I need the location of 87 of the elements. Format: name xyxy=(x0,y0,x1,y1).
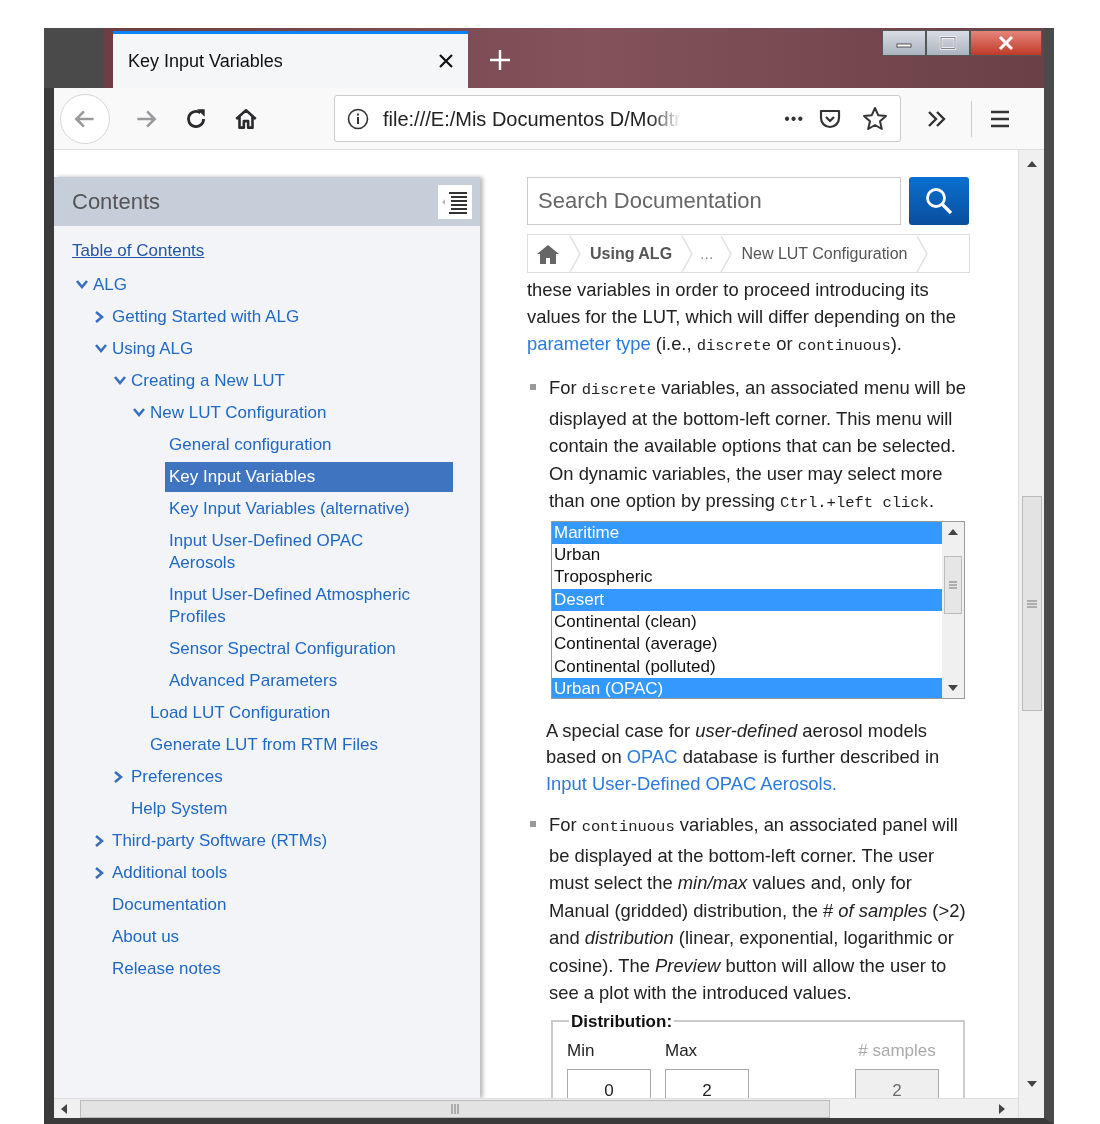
grip-icon xyxy=(949,579,957,590)
chevron-down-icon[interactable] xyxy=(133,408,145,417)
minimize-button[interactable] xyxy=(882,30,926,56)
search-field[interactable]: Search Documentation xyxy=(527,177,901,225)
ellipsis: ... xyxy=(699,243,715,264)
chevron-down-icon[interactable] xyxy=(76,280,88,289)
list-toggle-button[interactable] xyxy=(438,184,472,219)
toc-link[interactable]: About us xyxy=(112,925,180,948)
address-bar[interactable]: file:///E:/Mis Documentos D/Modtr ••• xyxy=(334,95,901,142)
input-field[interactable]: 2 xyxy=(665,1069,749,1098)
chevron-right-icon[interactable] xyxy=(95,866,104,879)
toc-link[interactable]: General configuration xyxy=(169,433,332,456)
toc-link[interactable]: Help System xyxy=(131,797,228,820)
toc-link[interactable]: Documentation xyxy=(112,893,227,916)
paragraph: For continuous variables, an associated panel will be displayed at the bottom-left corner. The user must select the min/max values and, only for Manual (gridded) distribution, the # of samples (>2) and distribution (linear, exponential, logarithmic or cosine). The Preview button will allow the user to see a plot with the introduced values. xyxy=(549,813,967,1005)
scrollbar-thumb[interactable] xyxy=(944,555,962,614)
toc-link[interactable]: Creating a New LUT xyxy=(131,369,285,392)
maximize-button[interactable] xyxy=(926,30,970,56)
input-field[interactable]: 0 xyxy=(567,1069,651,1098)
table-of-contents-link[interactable]: Table of Contents xyxy=(72,238,205,264)
plus-icon[interactable] xyxy=(488,48,512,72)
list-option[interactable]: Continental (clean) xyxy=(552,611,942,634)
toc-link[interactable]: New LUT Configuration xyxy=(150,401,327,424)
star-icon[interactable] xyxy=(862,105,888,132)
toc-link[interactable]: Input User-Defined OPAC Aerosols xyxy=(169,529,419,574)
chevron-down-icon[interactable] xyxy=(114,376,126,385)
list-box[interactable]: Maritime Urban Tropospheric Desert Continental (clean) Continental (average) Continental (polluted) Urban (OPAC) xyxy=(551,520,965,699)
paragraph: For discrete variables, an associated menu will be displayed at the bottom-left corner. This menu will contain the available options that can be selected. On dynamic variables, the user may select more than one option by pressing Ctrl.+left click. xyxy=(549,376,967,514)
panel-legend: Distribution: xyxy=(569,1012,675,1030)
paragraph: A special case for user-defined aerosol models based on OPAC database is further described in Input User-Defined OPAC Aerosols. xyxy=(546,718,941,796)
close-icon[interactable] xyxy=(438,53,454,69)
link[interactable]: parameter type xyxy=(527,333,651,354)
toc-link[interactable]: Advanced Parameters xyxy=(169,669,338,692)
left-arrow-icon xyxy=(61,1103,67,1114)
chevron-down-icon[interactable] xyxy=(95,344,107,353)
chevron-right-icon[interactable] xyxy=(95,834,104,847)
toc-link[interactable]: ALG xyxy=(93,273,128,296)
close-button[interactable] xyxy=(970,30,1042,56)
list-option[interactable]: Urban (OPAC) xyxy=(552,678,942,698)
bullet-marker xyxy=(530,384,536,390)
toc-link[interactable]: Getting Started with ALG xyxy=(112,305,300,328)
down-arrow-icon xyxy=(948,684,958,691)
sidebar-title: Contents xyxy=(72,188,161,216)
search-button[interactable] xyxy=(909,177,969,225)
list-option[interactable]: Tropospheric xyxy=(552,566,942,589)
link[interactable]: OPAC xyxy=(626,746,678,767)
grip-icon xyxy=(1026,598,1037,609)
up-arrow-icon xyxy=(1026,161,1037,167)
list-option[interactable]: Maritime xyxy=(552,521,942,544)
close-icon xyxy=(997,36,1015,50)
page-actions-button[interactable]: ••• xyxy=(784,106,804,131)
toc-link[interactable]: Key Input Variables (alternative) xyxy=(169,497,410,520)
toc-link[interactable]: Using ALG xyxy=(112,337,194,360)
browser-tab[interactable]: Key Input Variables xyxy=(113,31,468,88)
toc-link[interactable]: Generate LUT from RTM Files xyxy=(150,733,378,756)
toc-link[interactable]: Additional tools xyxy=(112,861,228,884)
toc-link[interactable]: Load LUT Configuration xyxy=(150,701,331,724)
list-option[interactable]: Continental (average) xyxy=(552,633,942,656)
search-icon[interactable] xyxy=(924,186,954,216)
toc-link[interactable]: Key Input Variables xyxy=(165,461,453,492)
list-option[interactable]: Continental (polluted) xyxy=(552,655,942,679)
list-option[interactable]: Desert xyxy=(552,588,942,612)
bullet-marker xyxy=(530,821,536,827)
up-arrow-icon xyxy=(948,528,958,535)
breadcrumb-link[interactable]: Using ALG xyxy=(586,241,677,266)
toc-link[interactable]: Sensor Spectral Configuration xyxy=(169,637,396,660)
toc-link[interactable]: Third-party Software (RTMs) xyxy=(112,829,328,852)
list-option[interactable]: Urban xyxy=(552,543,942,567)
toc-link[interactable]: Preferences xyxy=(131,765,223,788)
right-arrow-icon xyxy=(999,1103,1005,1114)
toc-link[interactable]: Release notes xyxy=(112,957,221,980)
scrollbar-thumb[interactable] xyxy=(80,1099,830,1118)
toc-link[interactable]: Input User-Defined Atmospheric Profiles xyxy=(169,583,419,628)
link[interactable]: Input User-Defined OPAC Aerosols. xyxy=(546,772,837,794)
url-text: file:///E:/Mis Documentos D/Modtr xyxy=(383,106,681,132)
maximize-icon xyxy=(939,36,957,50)
info-icon[interactable] xyxy=(347,107,369,130)
scrollbar-thumb[interactable] xyxy=(1021,496,1042,711)
field-label: Min xyxy=(567,1039,596,1062)
chevron-right-icon[interactable] xyxy=(114,770,123,783)
chevron-right-icon[interactable] xyxy=(95,310,104,323)
breadcrumb-link[interactable]: New LUT Configuration xyxy=(737,241,912,266)
down-arrow-icon xyxy=(1026,1081,1037,1087)
field-label: Max xyxy=(665,1039,699,1062)
paragraph: these variables in order to proceed introducing its values for the LUT, which will differ depending on the parameter type (i.e., discrete or continuous). xyxy=(527,283,958,357)
field-label: # samples xyxy=(857,1039,937,1062)
grip-icon xyxy=(450,1103,460,1114)
